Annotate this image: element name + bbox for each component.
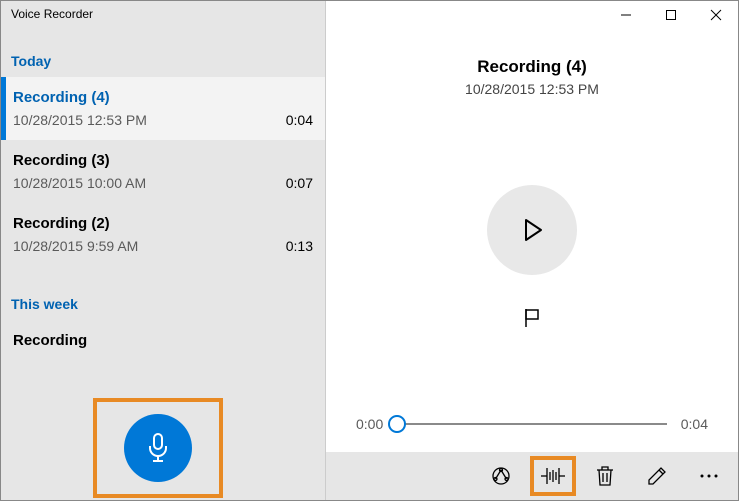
recording-timestamp: 10/28/2015 10:00 AM: [13, 175, 146, 191]
pencil-icon: [646, 465, 668, 487]
app-title: Voice Recorder: [1, 1, 325, 33]
detail-pane: Recording (4) 10/28/2015 12:53 PM 0:00 0: [326, 1, 738, 500]
recording-item[interactable]: Recording (2) 10/28/2015 9:59 AM 0:13: [1, 203, 325, 266]
rename-button[interactable]: [634, 456, 680, 496]
recording-name: Recording: [13, 332, 87, 349]
recordings-sidebar: Voice Recorder Today Recording (4) 10/28…: [1, 1, 326, 500]
recording-name: Recording (2): [13, 215, 110, 232]
minimize-button[interactable]: [603, 1, 648, 29]
section-this-week: This week: [1, 266, 325, 320]
seek-bar[interactable]: 0:00 0:04: [326, 416, 738, 452]
recording-duration: 0:04: [286, 112, 313, 128]
recording-name: Recording (3): [13, 152, 110, 169]
maximize-button[interactable]: [648, 1, 693, 29]
close-button[interactable]: [693, 1, 738, 29]
recording-item[interactable]: Recording (4) 10/28/2015 12:53 PM 0:04: [1, 77, 325, 140]
trash-icon: [595, 465, 615, 487]
more-button[interactable]: [686, 456, 732, 496]
play-button[interactable]: [487, 185, 577, 275]
share-button[interactable]: [478, 456, 524, 496]
record-button-highlight: [93, 398, 223, 498]
seek-position: 0:00: [356, 416, 383, 432]
add-marker-button[interactable]: [521, 307, 543, 329]
seek-thumb[interactable]: [388, 415, 406, 433]
delete-button[interactable]: [582, 456, 628, 496]
share-icon: [490, 465, 512, 487]
record-button[interactable]: [124, 414, 192, 482]
recording-name: Recording (4): [13, 89, 110, 106]
command-bar: [326, 452, 738, 500]
recording-duration: 0:13: [286, 238, 313, 254]
detail-title: Recording (4): [326, 57, 738, 77]
flag-icon: [521, 307, 543, 329]
window-controls: [326, 1, 738, 33]
seek-track[interactable]: [397, 423, 667, 425]
recording-timestamp: 10/28/2015 9:59 AM: [13, 238, 138, 254]
microphone-icon: [145, 433, 171, 463]
trim-button[interactable]: [530, 456, 576, 496]
trim-icon: [541, 467, 565, 485]
recording-duration: 0:07: [286, 175, 313, 191]
recording-timestamp: 10/28/2015 12:53 PM: [13, 112, 147, 128]
play-icon: [517, 215, 547, 245]
seek-duration: 0:04: [681, 416, 708, 432]
detail-timestamp: 10/28/2015 12:53 PM: [326, 81, 738, 97]
ellipsis-icon: [699, 473, 719, 479]
section-today: Today: [1, 33, 325, 77]
recording-item[interactable]: Recording: [1, 320, 325, 361]
recording-item[interactable]: Recording (3) 10/28/2015 10:00 AM 0:07: [1, 140, 325, 203]
